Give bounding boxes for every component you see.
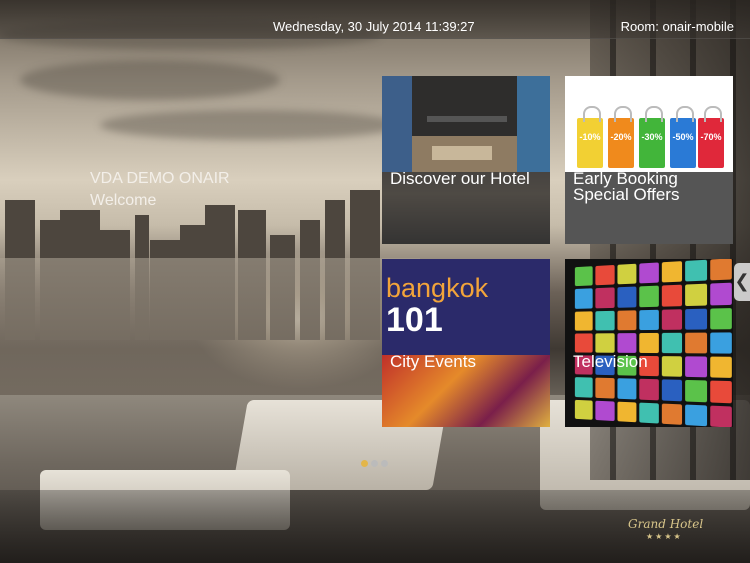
tv-screen [710,332,732,353]
tv-screen [639,309,659,330]
tile-city-events[interactable]: bangkok 101 City Events [382,259,550,427]
tv-screen [617,264,636,285]
tv-screen [639,286,659,307]
tv-screen [596,288,615,308]
tv-screen [710,308,732,330]
page-indicator[interactable] [361,452,391,471]
tv-screen [617,287,636,308]
tv-screen [596,265,615,286]
tile-discover-hotel[interactable]: Discover our Hotel [382,76,550,244]
status-bar: Wednesday, 30 July 2014 11:39:27 Room: o… [0,0,750,39]
hotel-lobby-image [382,76,550,172]
tv-screen [575,289,593,309]
tile-label-line2: Special Offers [573,186,725,204]
datetime-label: Wednesday, 30 July 2014 11:39:27 [273,19,475,34]
tile-television[interactable]: Television [565,259,733,427]
welcome-block: VDA DEMO ONAIR Welcome [90,168,230,212]
welcome-text: Welcome [90,190,230,212]
tv-screen [639,262,659,283]
tv-screen [639,333,659,353]
tile-special-offers[interactable]: -10% -20% -30% -50% -70% Early Booking S… [565,76,733,244]
tv-screen [710,259,732,281]
tile-label: Discover our Hotel [390,170,542,188]
tv-screen [686,260,707,282]
tile-caption: Discover our Hotel [382,172,550,244]
tv-screen [662,333,682,354]
tv-screen [686,284,707,306]
tile-label: Television [573,353,725,371]
property-name: VDA DEMO ONAIR [90,168,230,190]
tv-screen [617,310,636,330]
tile-label: City Events [390,353,542,371]
tv-screen [686,332,707,353]
tv-screen [662,261,682,283]
tv-screen [575,333,593,352]
tv-screen [686,308,707,329]
tv-screen [710,283,732,305]
tile-caption: City Events [382,355,550,427]
hotel-logo: Grand Hotel [628,517,703,531]
tile-caption: Television [565,355,733,427]
tv-screen [596,310,615,330]
tile-caption: Early Booking Special Offers [565,172,733,244]
page-dot[interactable] [361,460,368,467]
room-label: Room: onair-mobile [621,19,734,34]
tv-screen [662,309,682,330]
tv-screen [617,333,636,353]
star-rating: ★★★★ [646,532,683,541]
tv-screen [662,285,682,306]
tv-screen [596,333,615,353]
tv-screen [575,266,593,286]
page-dot[interactable] [371,460,378,467]
page-dot[interactable] [381,460,388,467]
chevron-left-icon: ❮ [734,271,749,292]
tv-screen [575,311,593,331]
side-drawer-handle[interactable]: ❮ [734,263,750,301]
